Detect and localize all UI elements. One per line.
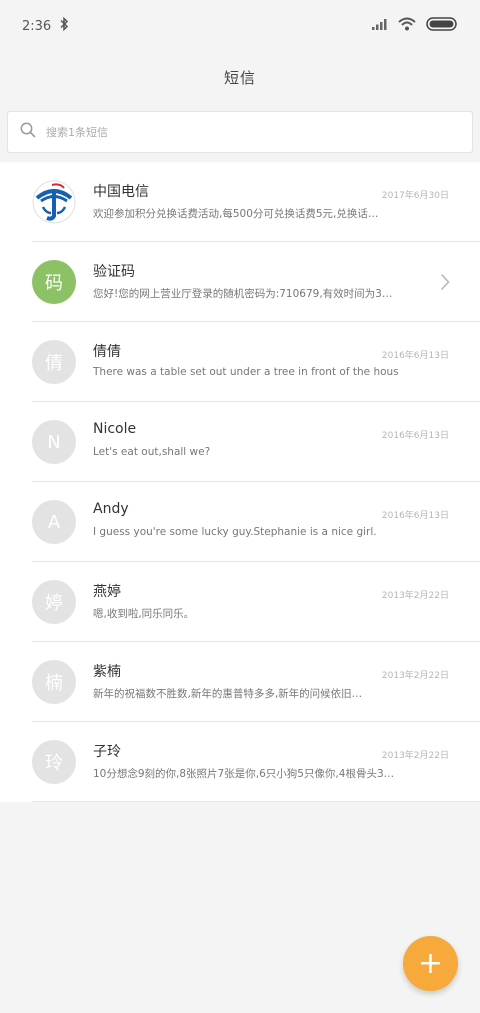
message-preview: 嗯,收到啦,同乐同乐。 xyxy=(93,608,195,620)
wifi-icon xyxy=(398,17,416,35)
message-preview: There was a table set out under a tree i… xyxy=(93,366,399,378)
message-date: 2013年2月22日 xyxy=(381,671,449,681)
contact-name: 倩倩 xyxy=(93,344,121,360)
clock: 2:36 xyxy=(22,18,52,34)
contact-name: 子玲 xyxy=(93,744,121,760)
contact-name: 中国电信 xyxy=(93,184,149,200)
china-telecom-logo-avatar xyxy=(32,180,76,224)
avatar: N xyxy=(32,420,76,464)
message-preview: 欢迎参加积分兑换话费活动,每500分可兑换话费5元,兑换话… xyxy=(93,208,379,220)
new-message-button[interactable]: + xyxy=(403,936,458,991)
message-preview: I guess you're some lucky guy.Stephanie … xyxy=(93,526,377,538)
conversation-row[interactable]: A Andy I guess you're some lucky guy.Ste… xyxy=(0,482,480,562)
avatar: 码 xyxy=(32,260,76,304)
message-preview: 10分想念9刻的你,8张照片7张是你,6只小狗5只像你,4根骨头3… xyxy=(93,768,395,780)
message-date: 2016年6月13日 xyxy=(381,431,449,441)
avatar: 婷 xyxy=(32,580,76,624)
search-bar[interactable] xyxy=(7,111,473,153)
message-date: 2016年6月13日 xyxy=(381,351,449,361)
conversation-row[interactable]: 中国电信 欢迎参加积分兑换话费活动,每500分可兑换话费5元,兑换话… 2017… xyxy=(0,162,480,242)
message-date: 2013年2月22日 xyxy=(381,751,449,761)
conversation-row[interactable]: 码 验证码 您好!您的网上营业厅登录的随机密码为:710679,有效时间为3… xyxy=(0,242,480,322)
contact-name: 紫楠 xyxy=(93,664,121,680)
message-date: 2017年6月30日 xyxy=(381,191,449,201)
conversation-row[interactable]: N Nicole Let's eat out,shall we? 2016年6月… xyxy=(0,402,480,482)
contact-name: 验证码 xyxy=(93,264,135,280)
message-preview: Let's eat out,shall we? xyxy=(93,446,211,458)
contact-name: Andy xyxy=(93,501,129,517)
battery-icon xyxy=(426,17,458,35)
message-preview: 新年的祝福数不胜数,新年的惠普特多多,新年的问候依旧… xyxy=(93,688,363,700)
avatar: 倩 xyxy=(32,340,76,384)
avatar: 玲 xyxy=(32,740,76,784)
conversation-list: 中国电信 欢迎参加积分兑换话费活动,每500分可兑换话费5元,兑换话… 2017… xyxy=(0,162,480,802)
message-date: 2013年2月22日 xyxy=(381,591,449,601)
search-input[interactable] xyxy=(46,125,426,139)
contact-name: Nicole xyxy=(93,421,137,437)
avatar: 楠 xyxy=(32,660,76,704)
conversation-row[interactable]: 楠 紫楠 新年的祝福数不胜数,新年的惠普特多多,新年的问候依旧… 2013年2月… xyxy=(0,642,480,722)
status-bar: 2:36 xyxy=(0,0,480,52)
message-preview: 您好!您的网上营业厅登录的随机密码为:710679,有效时间为3… xyxy=(93,288,393,300)
page-title: 短信 xyxy=(223,68,256,87)
avatar: A xyxy=(32,500,76,544)
plus-icon: + xyxy=(417,946,444,981)
chevron-right-icon[interactable] xyxy=(440,273,450,295)
bluetooth-icon xyxy=(59,16,69,35)
conversation-row[interactable]: 婷 燕婷 嗯,收到啦,同乐同乐。 2013年2月22日 xyxy=(0,562,480,642)
contact-name: 燕婷 xyxy=(93,584,121,600)
signal-icon xyxy=(372,18,388,34)
search-icon xyxy=(20,122,36,142)
conversation-row[interactable]: 玲 子玲 10分想念9刻的你,8张照片7张是你,6只小狗5只像你,4根骨头3… … xyxy=(0,722,480,802)
conversation-row[interactable]: 倩 倩倩 There was a table set out under a t… xyxy=(0,322,480,402)
message-date: 2016年6月13日 xyxy=(381,511,449,521)
